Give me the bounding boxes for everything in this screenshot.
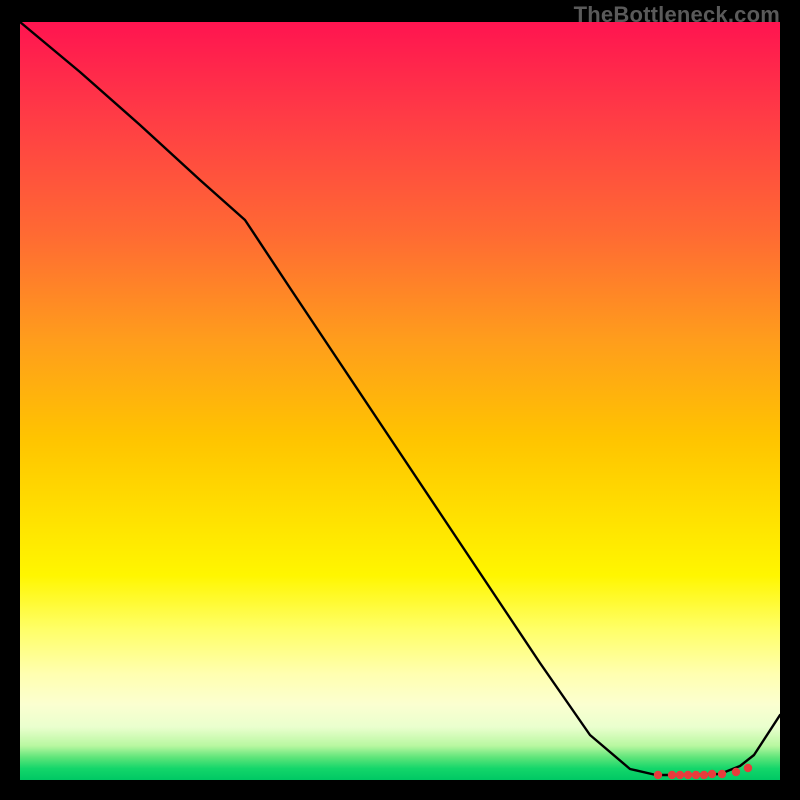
marker-dot [684, 771, 692, 779]
line-series-curve [20, 22, 780, 775]
marker-dot [692, 771, 700, 779]
marker-dot [708, 770, 716, 778]
marker-dot [700, 771, 708, 779]
marker-dot [654, 771, 662, 779]
marker-dot [668, 771, 676, 779]
plot-area [20, 22, 780, 780]
chart-frame: TheBottleneck.com [0, 0, 800, 800]
marker-dot [744, 764, 752, 772]
marker-dot [732, 768, 740, 776]
marker-dot [676, 771, 684, 779]
chart-svg [20, 22, 780, 780]
marker-dot [718, 770, 726, 778]
